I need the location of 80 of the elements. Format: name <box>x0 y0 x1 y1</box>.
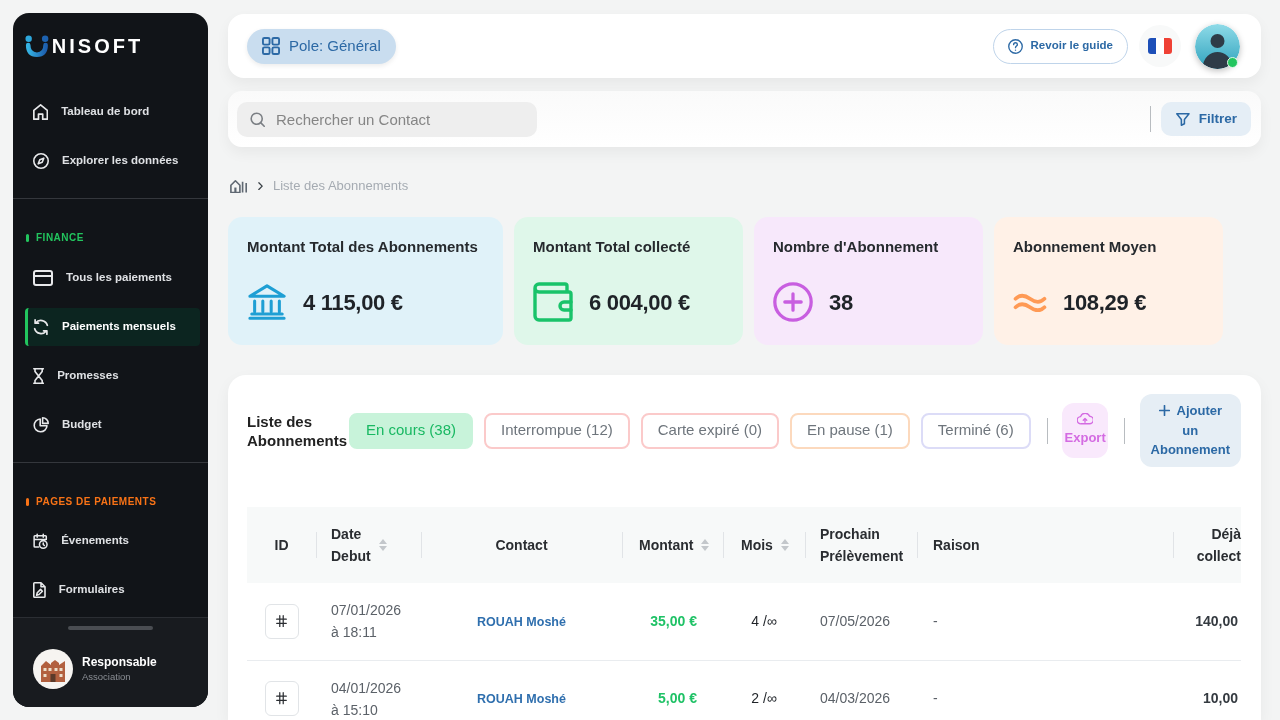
user-role: Association <box>82 670 132 684</box>
amount-text: 5,00 € <box>658 690 697 706</box>
reason-text: - <box>933 690 938 706</box>
column-header: Mois <box>741 536 773 555</box>
logo-text: NISOFT <box>51 34 144 58</box>
home-icon <box>33 104 49 120</box>
sidebar-item[interactable]: Paiements mensuels <box>25 307 200 346</box>
stat-title: Abonnement Moyen <box>1013 238 1158 256</box>
column-header: Déjà collect <box>1196 525 1241 566</box>
column-header: Raison <box>933 536 980 555</box>
chevron-icon <box>258 181 263 191</box>
sidebar-item[interactable]: Évenements <box>25 522 200 560</box>
months-text: 4 /∞ <box>751 612 777 629</box>
panel-title: Liste des Abonnements <box>247 411 348 450</box>
column-header: Montant <box>639 536 694 555</box>
cloud-upload-icon <box>1077 413 1094 426</box>
contact-link[interactable]: ROUAH Moshé <box>477 614 566 629</box>
search-field[interactable]: Rechercher un Contact <box>237 101 537 137</box>
sidebar-item[interactable]: Formulaires <box>25 571 200 609</box>
sidebar-item[interactable]: Tous les paiements <box>25 258 200 297</box>
avatar-icon <box>1195 23 1240 69</box>
hash-icon <box>276 615 287 628</box>
logo-icon <box>25 35 49 57</box>
file-pen-icon <box>33 582 46 598</box>
credit-card-icon <box>33 269 53 286</box>
drag-handle[interactable] <box>68 626 153 630</box>
calendar-clock-icon <box>33 533 49 549</box>
pie-chart-icon <box>33 416 49 433</box>
add-subscription-button[interactable]: Ajouter un Abonnement <box>1139 394 1241 467</box>
start-date: 07/01/2026 à 18:11 <box>331 601 403 643</box>
home-icon <box>230 178 248 194</box>
breadcrumb-text: Liste des Abonnements <box>273 177 409 196</box>
hourglass-icon <box>33 367 45 384</box>
next-debit-date: 07/05/2026 <box>820 612 891 629</box>
section-title: FINANCE <box>36 231 84 245</box>
start-date: 04/01/2026 à 15:10 <box>331 678 403 720</box>
stat-value: 6 004,00 € <box>589 288 690 317</box>
collected-amount: 10,00 <box>1202 690 1238 706</box>
next-debit-date: 04/03/2026 <box>820 690 891 706</box>
pole-button[interactable]: Pole: Général <box>247 28 396 64</box>
months-text: 2 /∞ <box>751 690 777 706</box>
flag-icon <box>1148 38 1172 54</box>
grid-icon <box>262 37 280 55</box>
section-title: PAGES DE PAIEMENTS <box>36 494 157 509</box>
id-button[interactable] <box>264 681 299 716</box>
amount-text: 35,00 € <box>650 612 697 629</box>
help-icon <box>1007 38 1023 54</box>
search-icon <box>250 111 265 127</box>
filter-icon <box>1175 112 1190 126</box>
collected-amount: 140,00 <box>1195 612 1238 629</box>
id-button[interactable] <box>264 603 299 639</box>
stat-title: Montant Total des Abonnements <box>247 238 479 256</box>
sidebar-item[interactable]: Budget <box>25 405 200 444</box>
column-header: Prochain Prélèvement <box>820 525 904 566</box>
column-header: ID <box>274 536 289 555</box>
guide-button[interactable]: Revoir le guide <box>992 28 1128 64</box>
stat-title: Nombre d'Abonnement <box>773 238 940 256</box>
stat-value: 38 <box>829 288 853 317</box>
hash-icon <box>276 692 287 705</box>
status-tab[interactable]: Carte expiré (0) <box>640 412 779 449</box>
column-header: Date Debut <box>331 525 371 566</box>
refresh-icon <box>33 318 49 335</box>
contact-link[interactable]: ROUAH Moshé <box>477 692 566 706</box>
building-avatar-icon <box>33 649 73 689</box>
user-name: Responsable <box>82 654 157 670</box>
status-tab[interactable]: Terminé (6) <box>920 412 1031 449</box>
sidebar-item[interactable]: Tableau de bord <box>25 93 200 131</box>
stat-value: 4 115,00 € <box>303 288 403 317</box>
filter-button[interactable]: Filtrer <box>1160 102 1251 136</box>
stat-value: 108,29 € <box>1063 288 1147 317</box>
sidebar-item[interactable]: Promesses <box>25 356 200 395</box>
stat-title: Montant Total collecté <box>533 238 692 256</box>
column-header: Contact <box>495 536 548 555</box>
compass-icon <box>33 153 49 169</box>
language-button[interactable] <box>1139 25 1181 67</box>
status-tab[interactable]: En pause (1) <box>789 412 910 449</box>
reason-text: - <box>933 612 938 629</box>
plus-icon <box>1158 405 1170 417</box>
status-tab[interactable]: Interrompue (12) <box>484 412 630 449</box>
sidebar-item[interactable]: Explorer les données <box>25 142 200 180</box>
